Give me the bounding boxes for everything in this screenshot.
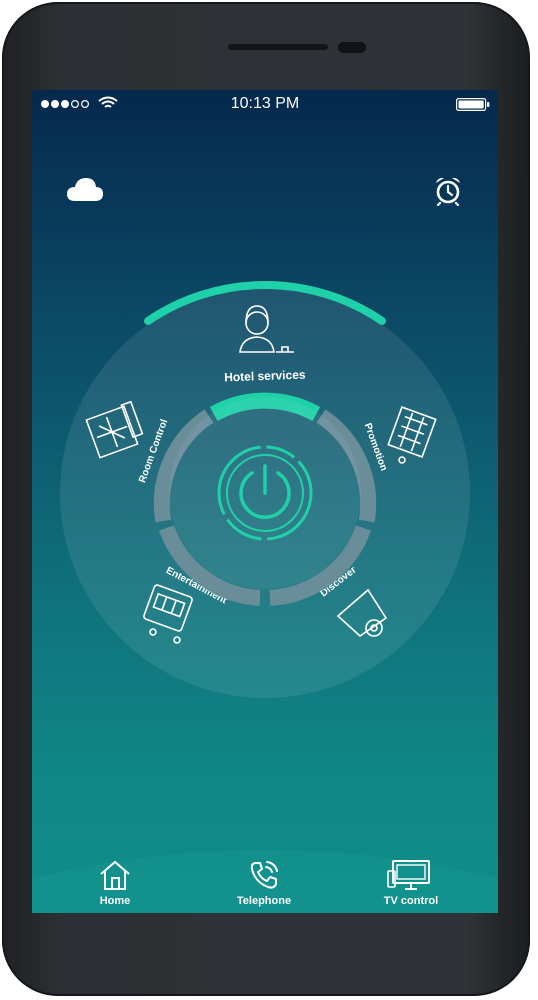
tv-icon <box>387 860 430 890</box>
tab-telephone[interactable]: Telephone <box>204 857 324 907</box>
tab-home-label: Home <box>99 895 131 907</box>
power-side-button <box>520 174 528 342</box>
service-menu: Hotel services Room Control Promotion En… <box>32 281 498 913</box>
inner-ring <box>153 392 377 606</box>
front-camera <box>338 42 366 53</box>
tab-home[interactable]: Home <box>55 857 175 907</box>
tab-tv-control[interactable]: TV control <box>351 857 471 907</box>
bottom-tab-bar: Home Telephone TV control <box>32 843 498 913</box>
telephone-icon <box>250 861 278 889</box>
home-icon <box>100 860 130 890</box>
tab-telephone-label: Telephone <box>236 895 292 907</box>
earpiece-speaker <box>228 44 328 50</box>
menu-label-hotel-services: Hotel services <box>224 368 306 385</box>
tab-tv-control-label: TV control <box>383 895 439 907</box>
app-screen: 10:13 PM Hotel services Room Control Pro… <box>32 90 498 913</box>
